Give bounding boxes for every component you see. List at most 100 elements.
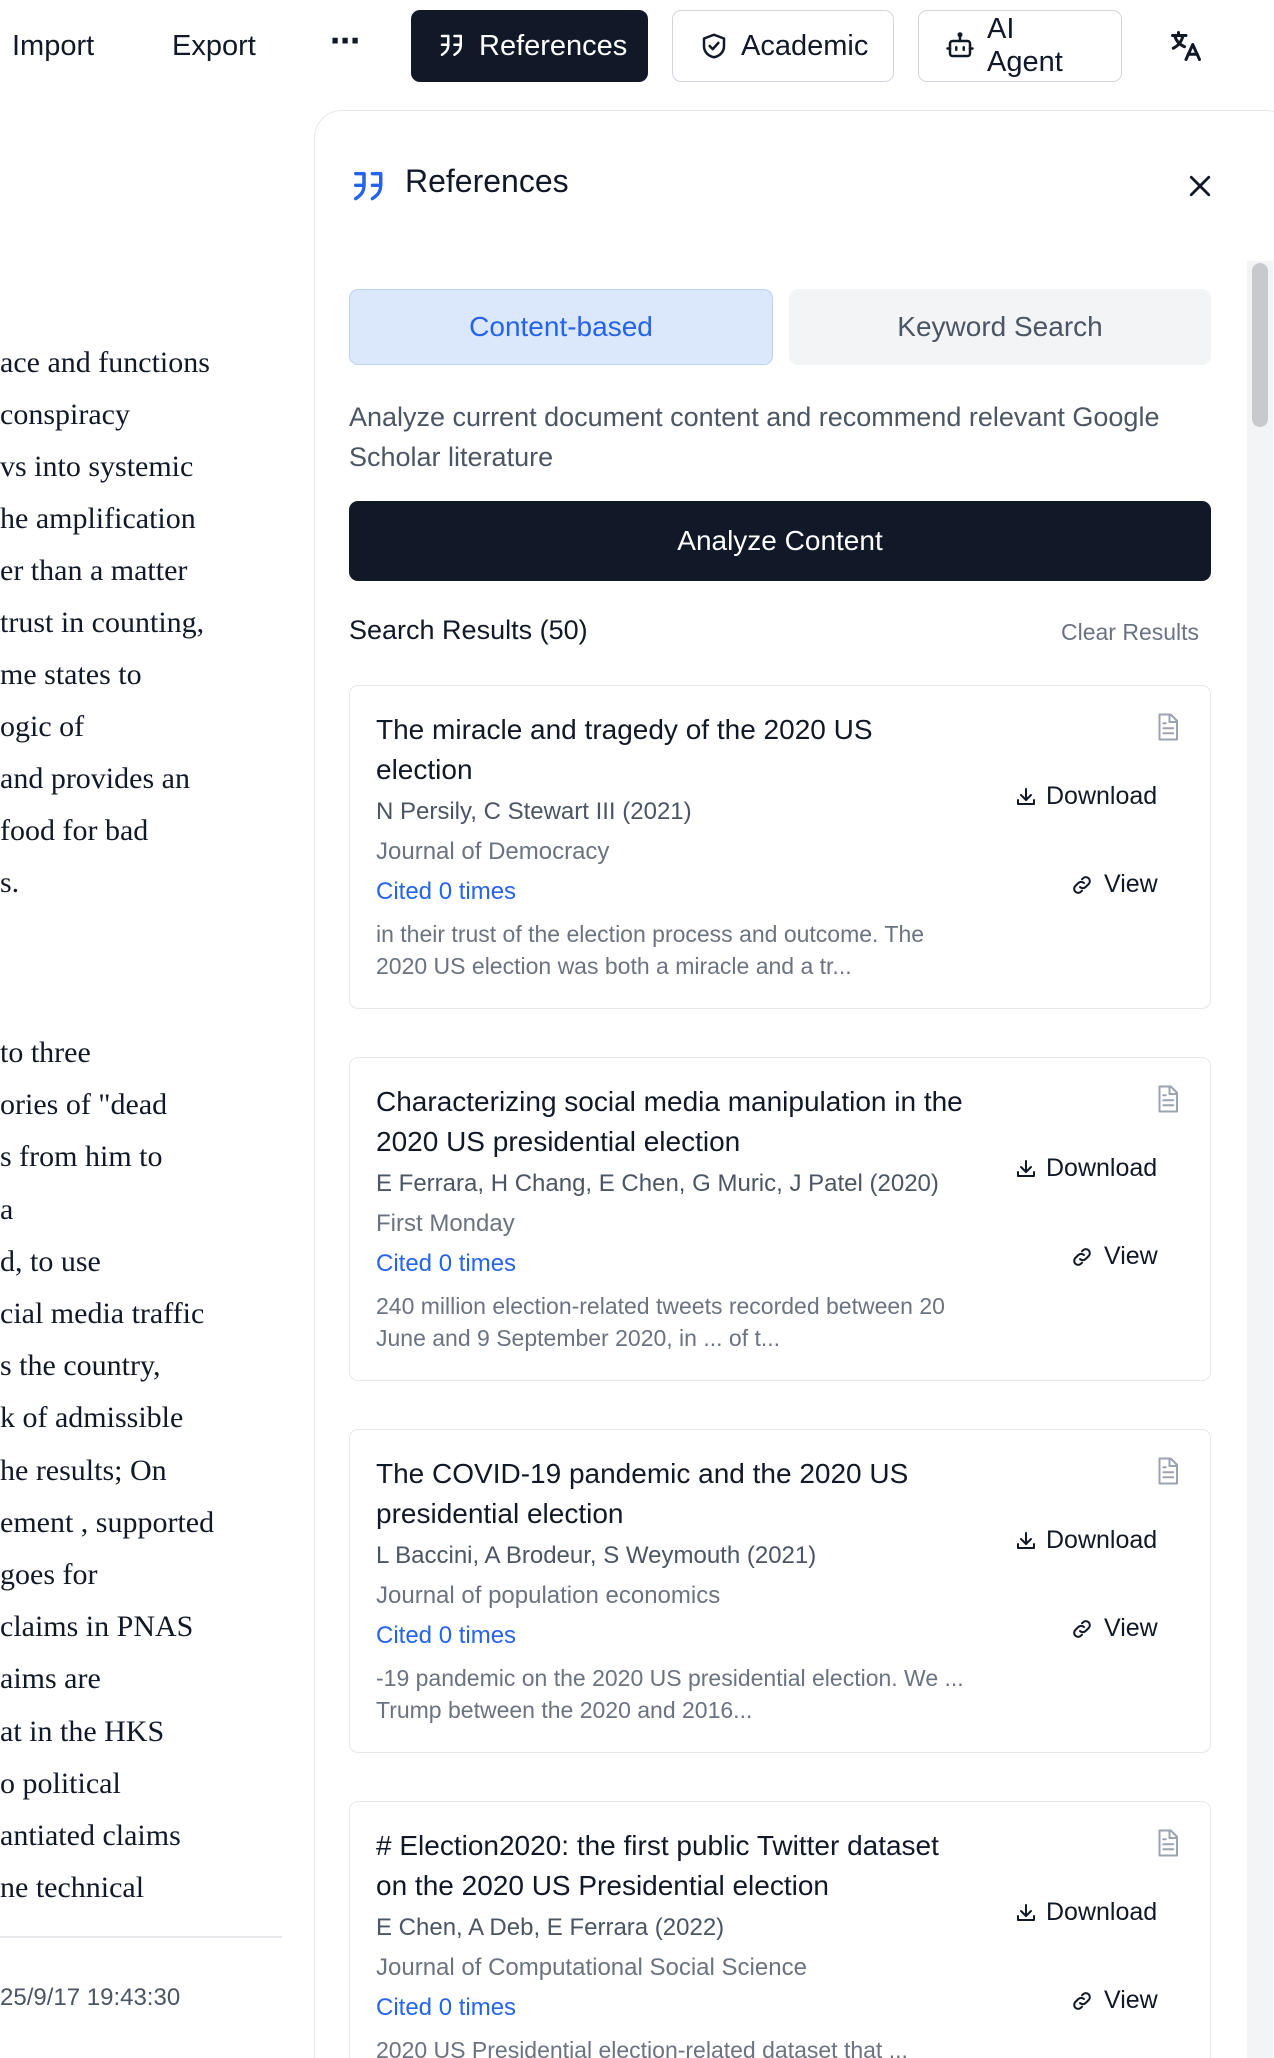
analyze-content-button[interactable]: Analyze Content [349,501,1211,581]
translate-icon[interactable] [1168,28,1204,64]
download-label: Download [1046,1898,1158,1926]
result-cited-count[interactable]: Cited 0 times [376,1622,516,1650]
panel-scrollbar-track[interactable] [1247,261,1273,2058]
tab-keyword-search[interactable]: Keyword Search [789,289,1211,365]
references-button-label: References [479,29,628,62]
academic-button-label: Academic [741,29,869,62]
academic-button[interactable]: Academic [672,10,894,82]
view-button[interactable]: View [1070,1614,1158,1643]
download-icon [1017,787,1035,805]
tab-content-based[interactable]: Content-based [349,289,773,365]
result-authors: N Persily, C Stewart III (2021) [376,798,692,825]
link-icon [1073,1619,1091,1638]
view-label: View [1104,1986,1158,2014]
document-text-line: cial media traffic [0,1297,205,1330]
download-label: Download [1046,782,1158,810]
document-text-line: er than a matter [0,554,188,587]
result-title[interactable]: # Election2020: the first public Twitter… [376,1826,966,1906]
result-card: Characterizing social media manipulation… [349,1057,1211,1381]
view-button[interactable]: View [1070,870,1158,899]
references-panel: References Content-based Keyword Search … [314,110,1274,2058]
ai-agent-button-label: AI Agent [987,13,1063,78]
view-button[interactable]: View [1070,1986,1158,2015]
document-text-line: s the country, [0,1349,161,1383]
result-title[interactable]: The COVID-19 pandemic and the 2020 US pr… [376,1454,966,1534]
download-icon [1017,1903,1035,1921]
ai-agent-button[interactable]: AI Agent [918,10,1122,82]
document-timestamp: 25/9/17 19:43:30 [0,1984,181,2011]
references-button[interactable]: References [411,10,648,82]
document-text-line: d, to use [0,1244,101,1278]
download-label: Download [1046,1526,1158,1554]
download-label: Download [1046,1154,1158,1182]
link-icon [1073,1247,1091,1266]
document-text-line: vs into systemic [0,450,194,483]
document-text-line: aims are [0,1662,101,1696]
result-snippet: 240 million election-related tweets reco… [376,1293,945,1351]
document-icon[interactable] [1152,1826,1182,1860]
document-text-line: to three [0,1036,91,1069]
quote-icon [440,34,462,56]
download-button[interactable]: Download [1014,1898,1157,1927]
download-button[interactable]: Download [1014,1154,1157,1183]
document-text-line: antiated claims [0,1819,181,1852]
panel-scrollbar-thumb[interactable] [1252,263,1268,427]
document-text-line: he amplification [0,502,196,535]
result-journal: First Monday [376,1210,515,1237]
result-snippet: in their trust of the election process a… [376,921,925,979]
link-icon [1073,1991,1091,2010]
result-cited-count[interactable]: Cited 0 times [376,1250,516,1278]
import-button[interactable]: Import [12,24,94,68]
document-text-line: o political [0,1766,121,1800]
result-authors: E Ferrara, H Chang, E Chen, G Muric, J P… [376,1170,939,1197]
document-text-line: goes for [0,1558,98,1591]
result-authors: E Chen, A Deb, E Ferrara (2022) [376,1914,725,1941]
document-text-line: me states to [0,658,142,691]
document-text-line: ne technical [0,1871,145,1905]
result-card: The miracle and tragedy of the 2020 US e… [349,685,1211,1009]
document-text-line: claims in PNAS [0,1610,194,1644]
document-text-line: and provides an [0,762,190,795]
shield-check-icon [702,33,726,59]
view-label: View [1104,1242,1158,1270]
result-title[interactable]: Characterizing social media manipulation… [376,1082,966,1162]
result-card: The COVID-19 pandemic and the 2020 US pr… [349,1429,1211,1753]
download-button[interactable]: Download [1014,1526,1157,1555]
result-journal: Journal of population economics [376,1582,721,1609]
document-text-line: at in the HKS [0,1714,165,1748]
result-cited-count[interactable]: Cited 0 times [376,1994,516,2022]
download-icon [1017,1159,1035,1177]
result-journal: Journal of Computational Social Science [376,1954,807,1981]
quote-icon [354,172,383,201]
view-label: View [1104,870,1158,898]
result-title[interactable]: The miracle and tragedy of the 2020 US e… [376,710,966,790]
document-text-line: ement , supported [0,1505,215,1539]
close-icon[interactable] [1185,171,1215,201]
document-text-line: s. [0,866,20,899]
view-button[interactable]: View [1070,1242,1158,1271]
document-editor[interactable]: ace and functions conspiracy vs into syste… [0,92,282,2058]
document-text-line: ace and functions [0,346,210,379]
download-button[interactable]: Download [1014,782,1157,811]
result-snippet: -19 pandemic on the 2020 US presidential… [376,1665,964,1723]
top-toolbar: Import Export ⋯ References Academic AI A… [0,0,1274,92]
document-text-line: trust in counting, [0,606,205,639]
document-footer-divider [0,1936,282,1938]
document-text-line: conspiracy [0,398,130,431]
panel-title: References [405,163,569,199]
export-button[interactable]: Export [172,24,256,68]
document-icon[interactable] [1152,1454,1182,1488]
document-icon[interactable] [1152,710,1182,744]
download-icon [1017,1531,1035,1549]
link-icon [1073,875,1091,894]
document-icon[interactable] [1152,1082,1182,1116]
result-snippet: 2020 US Presidential election-related da… [376,2037,908,2058]
result-cited-count[interactable]: Cited 0 times [376,878,516,906]
more-options-button[interactable]: ⋯ [330,20,361,64]
clear-results-button[interactable]: Clear Results [1061,619,1199,646]
document-text-line: s from him to [0,1140,163,1174]
result-journal: Journal of Democracy [376,838,610,865]
results-heading: Search Results (50) [349,615,588,645]
document-text-line: a [0,1192,14,1226]
result-authors: L Baccini, A Brodeur, S Weymouth (2021) [376,1542,817,1569]
